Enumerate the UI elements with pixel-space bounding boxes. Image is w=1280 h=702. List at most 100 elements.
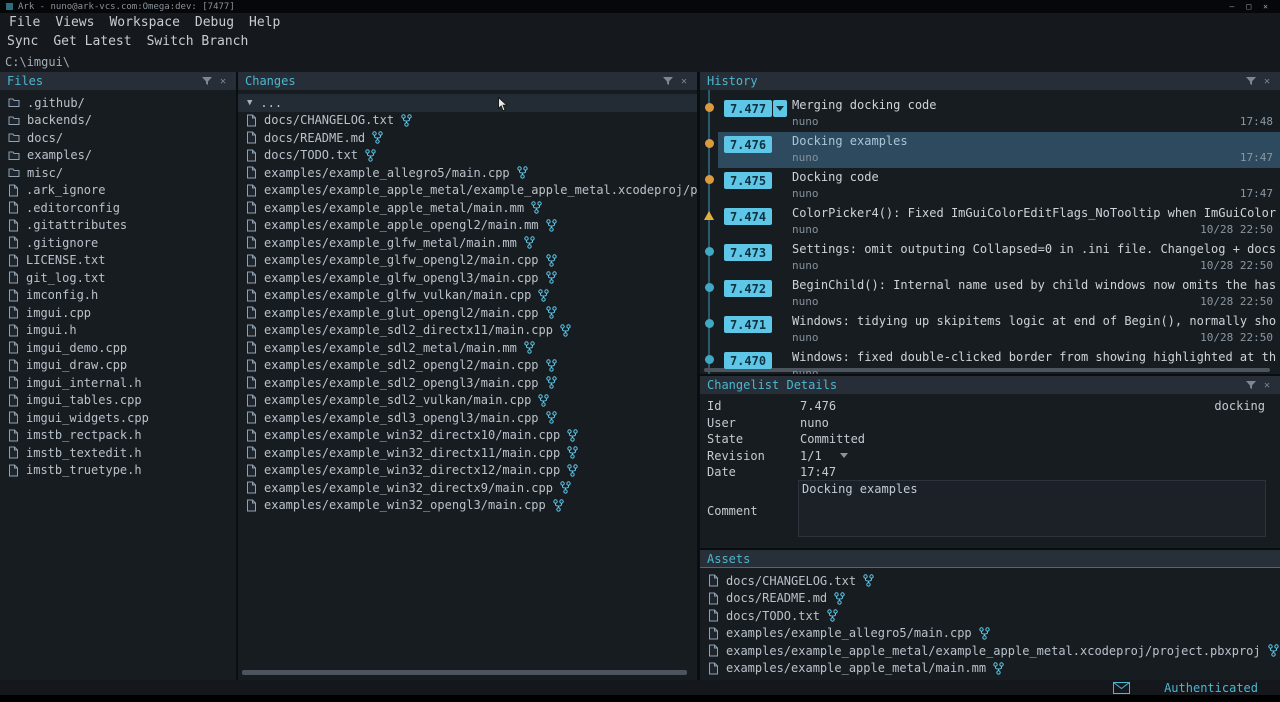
- status-bar: Authenticated: [0, 680, 1280, 695]
- changeset-row[interactable]: 7.477 Merging docking code nuno 17:48: [700, 96, 1280, 132]
- changed-file-row[interactable]: docs/README.md: [238, 129, 697, 147]
- maximize-button[interactable]: □: [1246, 0, 1251, 13]
- changed-file-row[interactable]: examples/example_sdl2_opengl3/main.cpp: [238, 374, 697, 392]
- changeset-row[interactable]: 7.474 ColorPicker4(): Fixed ImGuiColorEd…: [700, 204, 1280, 240]
- asset-row[interactable]: docs/TODO.txt: [700, 607, 1280, 625]
- changed-file-row[interactable]: examples/example_win32_opengl3/main.cpp: [238, 497, 697, 515]
- file-icon: [246, 254, 257, 267]
- details-panel-title: Changelist Details: [707, 378, 1243, 392]
- close-button[interactable]: ✕: [1263, 0, 1268, 13]
- file-tree-item[interactable]: imgui.h: [0, 322, 236, 340]
- file-tree-item[interactable]: docs/: [0, 129, 236, 147]
- changeset-row[interactable]: 7.476 Docking examples nuno 17:47: [700, 132, 1280, 168]
- file-tree-item[interactable]: imgui_draw.cpp: [0, 357, 236, 375]
- changed-file-row[interactable]: docs/TODO.txt: [238, 147, 697, 165]
- changeset-id-badge[interactable]: 7.475: [724, 172, 772, 189]
- changed-file-row[interactable]: examples/example_glfw_vulkan/main.cpp: [238, 287, 697, 305]
- file-tree-item[interactable]: misc/: [0, 164, 236, 182]
- toolbar-button-get-latest[interactable]: Get Latest: [53, 34, 131, 49]
- changeset-id-badge[interactable]: 7.472: [724, 280, 772, 297]
- changeset-row[interactable]: 7.471 Windows: tidying up skipitems logi…: [700, 312, 1280, 348]
- changeset-time: 17:47: [1240, 151, 1273, 164]
- changeset-id-badge[interactable]: 7.474: [724, 208, 772, 225]
- changeset-id-badge[interactable]: 7.471: [724, 316, 772, 333]
- file-tree-item[interactable]: imgui.cpp: [0, 304, 236, 322]
- horizontal-scrollbar[interactable]: [242, 670, 687, 675]
- menu-item-debug[interactable]: Debug: [195, 15, 234, 30]
- filter-icon[interactable]: [660, 73, 676, 89]
- changed-file-row[interactable]: examples/example_allegro5/main.cpp: [238, 164, 697, 182]
- asset-row[interactable]: examples/example_apple_metal/main.mm: [700, 660, 1280, 678]
- close-icon[interactable]: ✕: [1259, 380, 1275, 391]
- file-icon: [8, 271, 19, 284]
- menu-item-workspace[interactable]: Workspace: [109, 15, 179, 30]
- toolbar-button-sync[interactable]: Sync: [7, 34, 38, 49]
- horizontal-scrollbar[interactable]: [704, 368, 1270, 372]
- changed-file-row[interactable]: examples/example_sdl3_opengl3/main.cpp: [238, 409, 697, 427]
- comment-box[interactable]: Docking examples: [798, 480, 1266, 537]
- changed-file-row[interactable]: examples/example_win32_directx12/main.cp…: [238, 462, 697, 480]
- changed-file-row[interactable]: examples/example_sdl2_opengl2/main.cpp: [238, 357, 697, 375]
- changed-file-row[interactable]: examples/example_glut_opengl2/main.cpp: [238, 304, 697, 322]
- file-tree-item[interactable]: .github/: [0, 94, 236, 112]
- asset-row[interactable]: docs/CHANGELOG.txt: [700, 572, 1280, 590]
- close-icon[interactable]: ✕: [676, 76, 692, 87]
- changeset-id-badge[interactable]: 7.470: [724, 352, 772, 369]
- changeset-row[interactable]: 7.472 BeginChild(): Internal name used b…: [700, 276, 1280, 312]
- file-tree-item[interactable]: imstb_textedit.h: [0, 444, 236, 462]
- changeset-id-badge[interactable]: 7.476: [724, 136, 772, 153]
- file-tree-item[interactable]: LICENSE.txt: [0, 252, 236, 270]
- file-tree-item[interactable]: examples/: [0, 147, 236, 165]
- filter-icon[interactable]: [199, 73, 215, 89]
- changed-file-row[interactable]: examples/example_glfw_opengl3/main.cpp: [238, 269, 697, 287]
- asset-row[interactable]: examples/example_allegro5/main.cpp: [700, 625, 1280, 643]
- file-tree-item[interactable]: imstb_rectpack.h: [0, 427, 236, 445]
- toolbar-button-switch-branch[interactable]: Switch Branch: [147, 34, 249, 49]
- menu-item-help[interactable]: Help: [249, 15, 280, 30]
- changed-file-row[interactable]: examples/example_win32_directx9/main.cpp: [238, 479, 697, 497]
- file-icon: [8, 324, 19, 337]
- changed-file-row[interactable]: examples/example_glfw_metal/main.mm: [238, 234, 697, 252]
- changed-file-row[interactable]: examples/example_apple_opengl2/main.mm: [238, 217, 697, 235]
- changed-file-row[interactable]: examples/example_sdl2_metal/main.mm: [238, 339, 697, 357]
- file-tree-item[interactable]: .gitattributes: [0, 217, 236, 235]
- asset-row[interactable]: docs/README.md: [700, 590, 1280, 608]
- changed-file-row[interactable]: docs/CHANGELOG.txt: [238, 112, 697, 130]
- file-tree-item[interactable]: imgui_widgets.cpp: [0, 409, 236, 427]
- changed-file-row[interactable]: examples/example_apple_metal/main.mm: [238, 199, 697, 217]
- changeset-dropdown-icon[interactable]: [773, 100, 787, 117]
- changed-file-row[interactable]: examples/example_apple_metal/example_app…: [238, 182, 697, 200]
- filter-icon[interactable]: [1243, 73, 1259, 89]
- file-tree-item[interactable]: .ark_ignore: [0, 182, 236, 200]
- file-tree-item[interactable]: backends/: [0, 112, 236, 130]
- file-tree-item[interactable]: git_log.txt: [0, 269, 236, 287]
- minimize-button[interactable]: –: [1230, 0, 1235, 13]
- file-icon: [8, 376, 19, 389]
- close-icon[interactable]: ✕: [215, 76, 231, 87]
- changeset-row[interactable]: 7.473 Settings: omit outputing Collapsed…: [700, 240, 1280, 276]
- file-tree-item[interactable]: imgui_demo.cpp: [0, 339, 236, 357]
- file-tree-item[interactable]: .editorconfig: [0, 199, 236, 217]
- file-tree-item[interactable]: imgui_tables.cpp: [0, 392, 236, 410]
- filter-icon[interactable]: [1243, 377, 1259, 393]
- changed-file-row[interactable]: examples/example_win32_directx10/main.cp…: [238, 427, 697, 445]
- changed-file-row[interactable]: examples/example_sdl2_directx11/main.cpp: [238, 322, 697, 340]
- changeset-id-badge[interactable]: 7.477: [724, 100, 772, 117]
- close-icon[interactable]: ✕: [1259, 76, 1275, 87]
- file-tree-item[interactable]: imconfig.h: [0, 287, 236, 305]
- changed-file-row[interactable]: examples/example_win32_directx11/main.cp…: [238, 444, 697, 462]
- file-tree-item[interactable]: imgui_internal.h: [0, 374, 236, 392]
- file-tree-item[interactable]: imstb_truetype.h: [0, 462, 236, 480]
- changes-root-row[interactable]: ▼ ...: [238, 94, 697, 112]
- changed-file-row[interactable]: examples/example_sdl2_vulkan/main.cpp: [238, 392, 697, 410]
- menu-item-views[interactable]: Views: [55, 15, 94, 30]
- mail-icon[interactable]: [1113, 682, 1130, 694]
- branch-merge-icon: [538, 289, 549, 302]
- asset-row[interactable]: examples/example_apple_metal/example_app…: [700, 642, 1280, 660]
- file-tree-item[interactable]: .gitignore: [0, 234, 236, 252]
- chevron-down-icon[interactable]: [840, 453, 848, 458]
- changeset-id-badge[interactable]: 7.473: [724, 244, 772, 261]
- changeset-row[interactable]: 7.475 Docking code nuno 17:47: [700, 168, 1280, 204]
- menu-item-file[interactable]: File: [9, 15, 40, 30]
- changed-file-row[interactable]: examples/example_glfw_opengl2/main.cpp: [238, 252, 697, 270]
